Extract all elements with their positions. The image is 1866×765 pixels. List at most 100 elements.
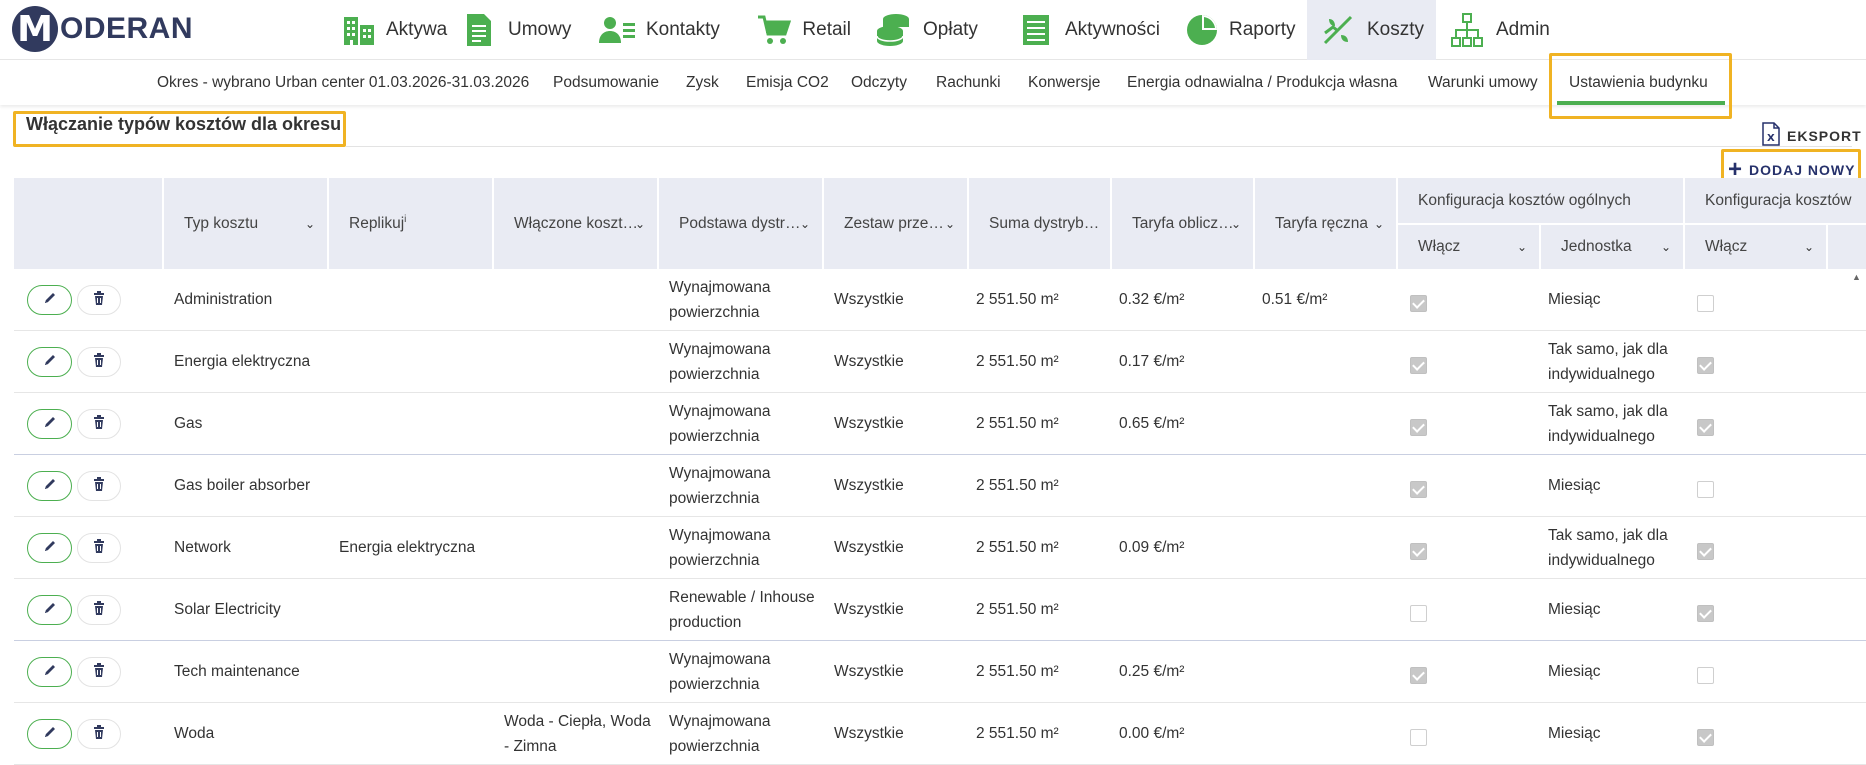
edit-button[interactable] [27,719,72,749]
trash-icon [93,476,105,496]
tab-profit[interactable]: Zysk [686,60,719,105]
table-row: Gas Wynajmowana powierzchnia Wszystkie 2 55… [14,393,1866,455]
title-divider [346,146,1852,147]
second-enable-checkbox[interactable] [1697,543,1714,560]
edit-button[interactable] [27,595,72,625]
second-enable-checkbox[interactable] [1697,481,1714,498]
trash-icon [93,414,105,434]
header-distribution-sum[interactable]: Suma dystryb… [969,178,1110,269]
moderan-logo[interactable]: M ODERAN [12,6,193,52]
cell-set: Wszystkie [834,601,904,618]
table-header: Typ kosztu ⌄ Replikuji Włączone koszt… ⌄ P… [14,178,1866,269]
nav-item-label: Aktywa [386,19,448,40]
general-enable-checkbox[interactable] [1410,295,1427,312]
info-superscript: i [404,213,407,225]
header-second-enable[interactable]: Włącz ⌄ [1685,225,1826,269]
delete-button[interactable] [77,719,121,749]
header-general-enable[interactable]: Włącz ⌄ [1398,225,1539,269]
header-cost-type[interactable]: Typ kosztu ⌄ [164,178,327,269]
table-row: Gas boiler absorber Wynajmowana powierzch… [14,455,1866,517]
nav-item-retail[interactable]: Retail [743,0,863,60]
delete-button[interactable] [77,471,121,501]
cell-included-costs [504,517,654,578]
nav-item-label: Raporty [1229,19,1296,40]
tab-summary[interactable]: Podsumowanie [553,60,659,105]
cell-general-unit: Tak samo, jak dla indywidualnego [1548,402,1668,445]
header-set[interactable]: Zestaw prze… ⌄ [824,178,967,269]
header-calculated-tariff[interactable]: Taryfa oblicz… ⌄ [1112,178,1253,269]
cell-distribution-sum: 2 551.50 m² [976,291,1059,308]
tab-renewable-energy[interactable]: Energia odnawialna / Produkcja własna [1127,60,1398,105]
chevron-down-icon: ⌄ [799,216,810,231]
edit-button[interactable] [27,409,72,439]
tab-co2-emission[interactable]: Emisja CO2 [746,60,829,105]
second-enable-checkbox[interactable] [1697,419,1714,436]
nav-item-op-aty[interactable]: Opłaty [863,0,1005,60]
nav-item-label: Retail [802,19,851,40]
nav-item-koszty[interactable]: Koszty [1307,0,1436,60]
cart-icon [755,11,792,49]
trash-icon [93,538,105,558]
cell-distribution-basis: Wynajmowana powierzchnia [669,650,771,693]
cell-manual-tariff [1262,331,1392,392]
trash-icon [93,352,105,372]
nav-item-umowy[interactable]: Umowy [448,0,586,60]
general-enable-checkbox[interactable] [1410,543,1427,560]
general-enable-checkbox[interactable] [1410,357,1427,374]
nav-item-admin[interactable]: Admin [1436,0,1566,60]
header-replicate[interactable]: Replikuji [329,178,492,269]
delete-button[interactable] [77,533,121,563]
cell-replicate [339,269,494,330]
cell-cost-type: Gas boiler absorber [174,477,311,494]
delete-button[interactable] [77,595,121,625]
delete-button[interactable] [77,347,121,377]
export-button[interactable]: X EKSPORT [1761,122,1862,149]
tab-conversions[interactable]: Konwersje [1028,60,1100,105]
header-general-unit[interactable]: Jednostka ⌄ [1541,225,1683,269]
cell-manual-tariff [1262,641,1392,702]
edit-button[interactable] [27,285,72,315]
header-distribution-basis[interactable]: Podstawa dystr… ⌄ [659,178,822,269]
tab-contract-terms[interactable]: Warunki umowy [1428,60,1538,105]
header-manual-tariff[interactable]: Taryfa ręczna ⌄ [1255,178,1396,269]
delete-button[interactable] [77,285,121,315]
header-general-config-group: Konfiguracja kosztów ogólnych [1398,178,1683,223]
delete-button[interactable] [77,409,121,439]
coins-icon [875,11,913,49]
cell-distribution-sum: 2 551.50 m² [976,601,1059,618]
general-enable-checkbox[interactable] [1410,605,1427,622]
cell-general-unit: Miesiąc [1548,663,1601,680]
nav-item-raporty[interactable]: Raporty [1173,0,1307,60]
header-actions [14,178,162,269]
cell-set: Wszystkie [834,725,904,742]
edit-button[interactable] [27,533,72,563]
header-included-costs[interactable]: Włączone koszt… ⌄ [494,178,657,269]
nav-item-aktywa[interactable]: Aktywa [330,0,448,60]
nav-item-aktywno-ci[interactable]: Aktywności [1005,0,1173,60]
second-enable-checkbox[interactable] [1697,667,1714,684]
tab-readings[interactable]: Odczyty [851,60,907,105]
second-enable-checkbox[interactable] [1697,605,1714,622]
second-enable-checkbox[interactable] [1697,729,1714,746]
general-enable-checkbox[interactable] [1410,481,1427,498]
second-enable-checkbox[interactable] [1697,295,1714,312]
cell-replicate [339,703,494,764]
table-row: Energia elektryczna Wynajmowana powierzch… [14,331,1866,393]
trash-icon [93,724,105,744]
export-label: EKSPORT [1787,127,1862,144]
tab-invoices[interactable]: Rachunki [936,60,1001,105]
general-enable-checkbox[interactable] [1410,667,1427,684]
scroll-up-icon[interactable]: ▲ [1852,272,1861,282]
nav-item-kontakty[interactable]: Kontakty [586,0,743,60]
cell-general-unit: Tak samo, jak dla indywidualnego [1548,526,1668,569]
page-title: Włączanie typów kosztów dla okresu [26,114,342,134]
general-enable-checkbox[interactable] [1410,419,1427,436]
edit-button[interactable] [27,657,72,687]
edit-button[interactable] [27,471,72,501]
period-selector[interactable]: Okres - wybrano Urban center 01.03.2026-… [157,60,529,105]
delete-button[interactable] [77,657,121,687]
general-enable-checkbox[interactable] [1410,729,1427,746]
second-enable-checkbox[interactable] [1697,357,1714,374]
cell-set: Wszystkie [834,539,904,556]
edit-button[interactable] [27,347,72,377]
